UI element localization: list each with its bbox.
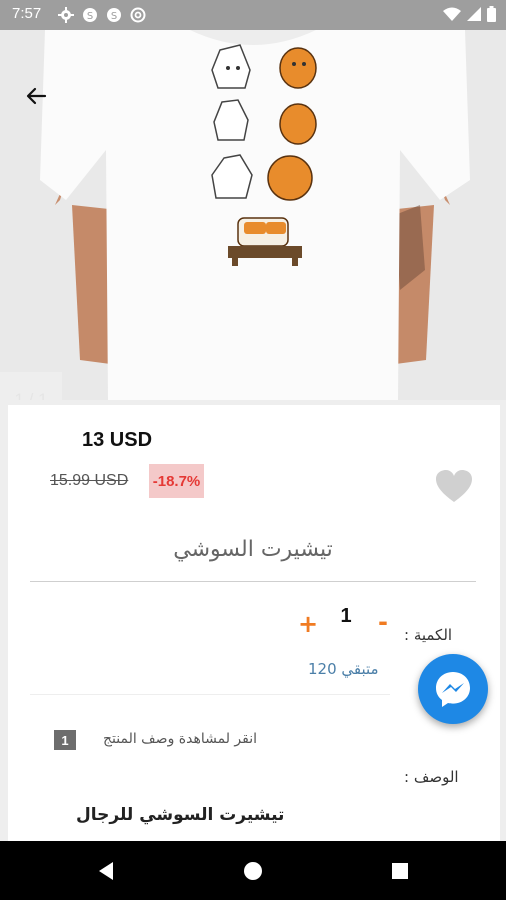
wifi-icon: [443, 7, 461, 21]
at-sign-icon: [130, 7, 146, 23]
triangle-back-icon: [99, 862, 113, 880]
signal-icon: [467, 7, 481, 21]
quantity-decrease-button[interactable]: -: [372, 608, 394, 636]
battery-icon: [487, 6, 496, 22]
square-recents-icon: [392, 863, 408, 879]
view-description-link[interactable]: انقر لمشاهدة وصف المنتج: [103, 731, 257, 747]
original-price: 15.99 USD: [50, 472, 129, 489]
status-time: 7:57: [12, 5, 42, 22]
nav-back-button[interactable]: [92, 857, 120, 885]
notification-icon: S: [107, 8, 121, 22]
description-text: تيشيرت السوشي للرجال: [76, 805, 285, 825]
product-image[interactable]: 1 / 1: [0, 30, 506, 400]
nav-home-button[interactable]: [239, 857, 267, 885]
circle-home-icon: [244, 862, 262, 880]
svg-text:S: S: [87, 11, 93, 22]
stock-remaining: متبقي 120: [308, 660, 379, 678]
messenger-button[interactable]: [418, 654, 488, 724]
quantity-value: 1: [340, 605, 352, 627]
discount-badge: -18.7%: [149, 464, 204, 498]
current-price: 13 USD: [82, 429, 153, 451]
back-button[interactable]: [18, 78, 54, 114]
status-icons-right: [443, 6, 496, 22]
gear-icon: [58, 7, 74, 23]
back-arrow-icon: [26, 87, 47, 105]
product-title: تيشيرت السوشي: [173, 537, 333, 562]
quantity-label: الكمية :: [404, 626, 453, 644]
notification-icon: S: [83, 8, 97, 22]
messenger-icon: [436, 672, 470, 707]
status-icons-left: S S: [58, 7, 146, 23]
navigation-bar: [0, 841, 506, 900]
quantity-increase-button[interactable]: +: [297, 610, 319, 638]
description-hint-badge: 1: [54, 730, 76, 750]
tshirt-photo: [0, 30, 506, 400]
favorite-button[interactable]: [434, 468, 474, 504]
title-divider: [30, 581, 476, 582]
description-label: الوصف :: [404, 768, 459, 786]
svg-text:S: S: [111, 11, 117, 22]
nav-recents-button[interactable]: [386, 857, 414, 885]
section-divider: [30, 694, 390, 695]
image-counter: 1 / 1: [0, 372, 62, 400]
status-bar: 7:57 S S: [0, 0, 506, 30]
heart-icon: [436, 470, 472, 502]
